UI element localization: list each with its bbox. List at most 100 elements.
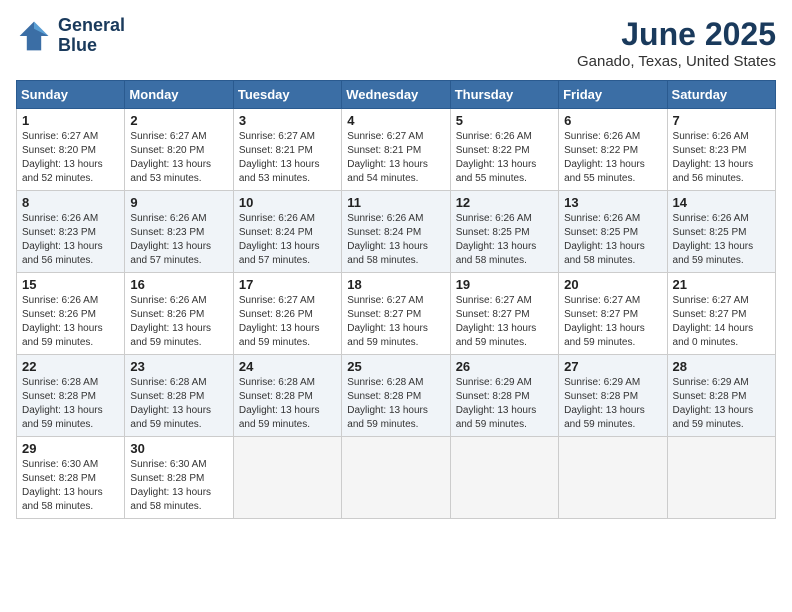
cell-content: Sunrise: 6:27 AM Sunset: 8:26 PM Dayligh… <box>239 294 336 350</box>
calendar-cell: 19 Sunrise: 6:27 AM Sunset: 8:27 PM Dayl… <box>450 273 558 355</box>
calendar-cell: 30 Sunrise: 6:30 AM Sunset: 8:28 PM Dayl… <box>125 437 233 519</box>
day-number: 29 <box>22 441 119 456</box>
calendar-cell: 17 Sunrise: 6:27 AM Sunset: 8:26 PM Dayl… <box>233 273 341 355</box>
calendar-cell: 12 Sunrise: 6:26 AM Sunset: 8:25 PM Dayl… <box>450 191 558 273</box>
cell-content: Sunrise: 6:26 AM Sunset: 8:23 PM Dayligh… <box>22 212 119 268</box>
cell-content: Sunrise: 6:29 AM Sunset: 8:28 PM Dayligh… <box>564 376 661 432</box>
weekday-header-monday: Monday <box>125 81 233 109</box>
calendar-week-4: 22 Sunrise: 6:28 AM Sunset: 8:28 PM Dayl… <box>17 355 776 437</box>
calendar-cell: 25 Sunrise: 6:28 AM Sunset: 8:28 PM Dayl… <box>342 355 450 437</box>
day-number: 8 <box>22 195 119 210</box>
calendar-cell: 2 Sunrise: 6:27 AM Sunset: 8:20 PM Dayli… <box>125 109 233 191</box>
calendar-cell: 26 Sunrise: 6:29 AM Sunset: 8:28 PM Dayl… <box>450 355 558 437</box>
cell-content: Sunrise: 6:26 AM Sunset: 8:24 PM Dayligh… <box>347 212 444 268</box>
weekday-header-tuesday: Tuesday <box>233 81 341 109</box>
logo-icon <box>16 18 52 54</box>
calendar-cell: 10 Sunrise: 6:26 AM Sunset: 8:24 PM Dayl… <box>233 191 341 273</box>
calendar-cell: 22 Sunrise: 6:28 AM Sunset: 8:28 PM Dayl… <box>17 355 125 437</box>
day-number: 12 <box>456 195 553 210</box>
calendar-cell: 4 Sunrise: 6:27 AM Sunset: 8:21 PM Dayli… <box>342 109 450 191</box>
calendar-cell: 11 Sunrise: 6:26 AM Sunset: 8:24 PM Dayl… <box>342 191 450 273</box>
cell-content: Sunrise: 6:26 AM Sunset: 8:25 PM Dayligh… <box>673 212 770 268</box>
day-number: 3 <box>239 113 336 128</box>
cell-content: Sunrise: 6:26 AM Sunset: 8:23 PM Dayligh… <box>130 212 227 268</box>
weekday-header-sunday: Sunday <box>17 81 125 109</box>
cell-content: Sunrise: 6:28 AM Sunset: 8:28 PM Dayligh… <box>130 376 227 432</box>
calendar-cell: 7 Sunrise: 6:26 AM Sunset: 8:23 PM Dayli… <box>667 109 775 191</box>
calendar-week-1: 1 Sunrise: 6:27 AM Sunset: 8:20 PM Dayli… <box>17 109 776 191</box>
cell-content: Sunrise: 6:27 AM Sunset: 8:21 PM Dayligh… <box>239 130 336 186</box>
cell-content: Sunrise: 6:29 AM Sunset: 8:28 PM Dayligh… <box>456 376 553 432</box>
calendar-cell: 29 Sunrise: 6:30 AM Sunset: 8:28 PM Dayl… <box>17 437 125 519</box>
cell-content: Sunrise: 6:30 AM Sunset: 8:28 PM Dayligh… <box>130 458 227 514</box>
cell-content: Sunrise: 6:30 AM Sunset: 8:28 PM Dayligh… <box>22 458 119 514</box>
calendar-cell: 24 Sunrise: 6:28 AM Sunset: 8:28 PM Dayl… <box>233 355 341 437</box>
calendar-cell: 21 Sunrise: 6:27 AM Sunset: 8:27 PM Dayl… <box>667 273 775 355</box>
cell-content: Sunrise: 6:27 AM Sunset: 8:21 PM Dayligh… <box>347 130 444 186</box>
cell-content: Sunrise: 6:26 AM Sunset: 8:24 PM Dayligh… <box>239 212 336 268</box>
weekday-header-saturday: Saturday <box>667 81 775 109</box>
day-number: 17 <box>239 277 336 292</box>
calendar-week-5: 29 Sunrise: 6:30 AM Sunset: 8:28 PM Dayl… <box>17 437 776 519</box>
day-number: 9 <box>130 195 227 210</box>
cell-content: Sunrise: 6:28 AM Sunset: 8:28 PM Dayligh… <box>347 376 444 432</box>
day-number: 25 <box>347 359 444 374</box>
day-number: 14 <box>673 195 770 210</box>
cell-content: Sunrise: 6:26 AM Sunset: 8:22 PM Dayligh… <box>456 130 553 186</box>
day-number: 10 <box>239 195 336 210</box>
cell-content: Sunrise: 6:26 AM Sunset: 8:25 PM Dayligh… <box>456 212 553 268</box>
day-number: 15 <box>22 277 119 292</box>
day-number: 16 <box>130 277 227 292</box>
calendar-cell: 28 Sunrise: 6:29 AM Sunset: 8:28 PM Dayl… <box>667 355 775 437</box>
cell-content: Sunrise: 6:27 AM Sunset: 8:27 PM Dayligh… <box>456 294 553 350</box>
cell-content: Sunrise: 6:26 AM Sunset: 8:22 PM Dayligh… <box>564 130 661 186</box>
title-block: June 2025 Ganado, Texas, United States <box>577 16 776 70</box>
calendar-week-3: 15 Sunrise: 6:26 AM Sunset: 8:26 PM Dayl… <box>17 273 776 355</box>
day-number: 26 <box>456 359 553 374</box>
day-number: 5 <box>456 113 553 128</box>
weekday-header-thursday: Thursday <box>450 81 558 109</box>
calendar-cell: 9 Sunrise: 6:26 AM Sunset: 8:23 PM Dayli… <box>125 191 233 273</box>
cell-content: Sunrise: 6:26 AM Sunset: 8:25 PM Dayligh… <box>564 212 661 268</box>
cell-content: Sunrise: 6:27 AM Sunset: 8:20 PM Dayligh… <box>130 130 227 186</box>
weekday-header-friday: Friday <box>559 81 667 109</box>
day-number: 20 <box>564 277 661 292</box>
calendar-cell: 8 Sunrise: 6:26 AM Sunset: 8:23 PM Dayli… <box>17 191 125 273</box>
calendar-cell: 1 Sunrise: 6:27 AM Sunset: 8:20 PM Dayli… <box>17 109 125 191</box>
calendar-cell <box>559 437 667 519</box>
location: Ganado, Texas, United States <box>577 53 776 70</box>
cell-content: Sunrise: 6:28 AM Sunset: 8:28 PM Dayligh… <box>239 376 336 432</box>
day-number: 4 <box>347 113 444 128</box>
day-number: 19 <box>456 277 553 292</box>
day-number: 6 <box>564 113 661 128</box>
day-number: 22 <box>22 359 119 374</box>
day-number: 13 <box>564 195 661 210</box>
cell-content: Sunrise: 6:27 AM Sunset: 8:27 PM Dayligh… <box>673 294 770 350</box>
calendar-cell: 14 Sunrise: 6:26 AM Sunset: 8:25 PM Dayl… <box>667 191 775 273</box>
day-number: 23 <box>130 359 227 374</box>
day-number: 21 <box>673 277 770 292</box>
cell-content: Sunrise: 6:27 AM Sunset: 8:27 PM Dayligh… <box>347 294 444 350</box>
day-number: 11 <box>347 195 444 210</box>
cell-content: Sunrise: 6:29 AM Sunset: 8:28 PM Dayligh… <box>673 376 770 432</box>
logo-text: General Blue <box>58 16 125 56</box>
day-number: 27 <box>564 359 661 374</box>
logo: General Blue <box>16 16 125 56</box>
calendar-cell <box>342 437 450 519</box>
calendar-cell: 5 Sunrise: 6:26 AM Sunset: 8:22 PM Dayli… <box>450 109 558 191</box>
calendar-cell: 13 Sunrise: 6:26 AM Sunset: 8:25 PM Dayl… <box>559 191 667 273</box>
calendar-cell: 20 Sunrise: 6:27 AM Sunset: 8:27 PM Dayl… <box>559 273 667 355</box>
calendar-cell: 23 Sunrise: 6:28 AM Sunset: 8:28 PM Dayl… <box>125 355 233 437</box>
day-number: 28 <box>673 359 770 374</box>
calendar-cell: 18 Sunrise: 6:27 AM Sunset: 8:27 PM Dayl… <box>342 273 450 355</box>
cell-content: Sunrise: 6:26 AM Sunset: 8:23 PM Dayligh… <box>673 130 770 186</box>
calendar-week-2: 8 Sunrise: 6:26 AM Sunset: 8:23 PM Dayli… <box>17 191 776 273</box>
calendar-cell: 6 Sunrise: 6:26 AM Sunset: 8:22 PM Dayli… <box>559 109 667 191</box>
day-number: 2 <box>130 113 227 128</box>
cell-content: Sunrise: 6:26 AM Sunset: 8:26 PM Dayligh… <box>130 294 227 350</box>
calendar-cell: 15 Sunrise: 6:26 AM Sunset: 8:26 PM Dayl… <box>17 273 125 355</box>
weekday-header-wednesday: Wednesday <box>342 81 450 109</box>
calendar-cell: 27 Sunrise: 6:29 AM Sunset: 8:28 PM Dayl… <box>559 355 667 437</box>
calendar: SundayMondayTuesdayWednesdayThursdayFrid… <box>16 80 776 519</box>
calendar-cell: 3 Sunrise: 6:27 AM Sunset: 8:21 PM Dayli… <box>233 109 341 191</box>
